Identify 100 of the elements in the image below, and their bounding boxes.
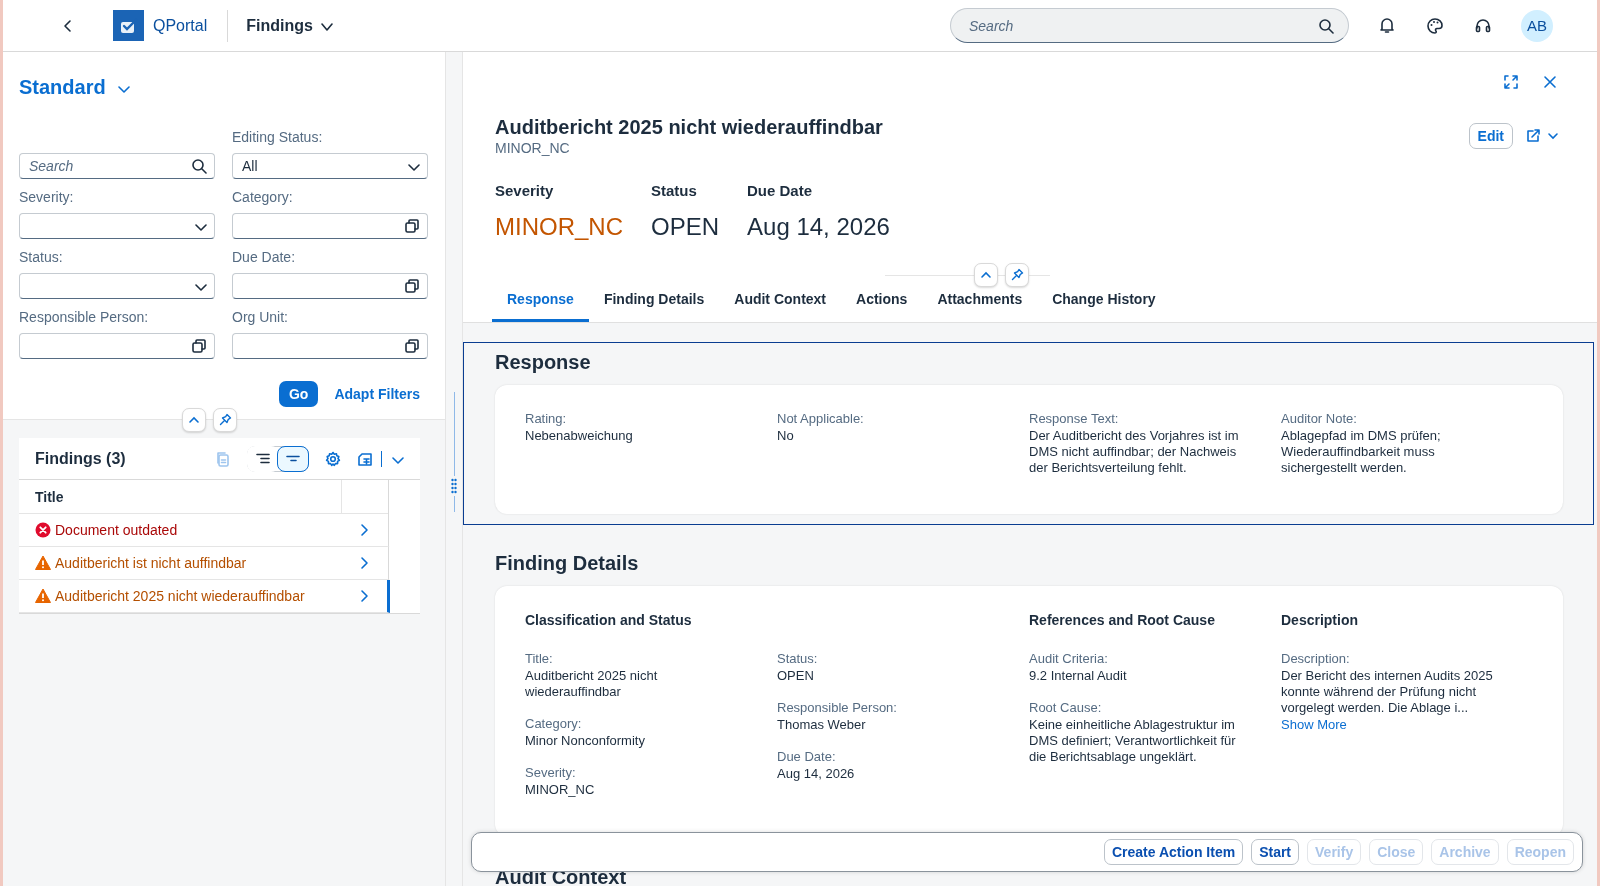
- filter-label: Severity:: [19, 189, 75, 207]
- section-tab[interactable]: Actions: [841, 283, 923, 322]
- field-value: Aug 14, 2026: [777, 766, 856, 782]
- section-title: Response: [495, 351, 592, 374]
- group-title: Description: [1281, 612, 1359, 629]
- section-title: Finding Details: [495, 552, 640, 575]
- search-field[interactable]: Search: [19, 153, 215, 179]
- field-label: Status:: [777, 651, 819, 666]
- field-value: Nebenabweichung: [525, 428, 634, 444]
- field-label: Audit Criteria:: [1029, 651, 1109, 666]
- search-field[interactable]: Search: [950, 8, 1349, 43]
- field-value: MINOR_NC: [525, 782, 596, 798]
- lines-icon: [256, 453, 270, 464]
- field-label: Title:: [525, 651, 554, 666]
- filter-label: Responsible Person:: [19, 309, 150, 327]
- edit-button[interactable]: Edit: [1468, 123, 1513, 149]
- attribute-value: OPEN: [651, 213, 720, 241]
- select-field[interactable]: [19, 273, 215, 299]
- search-input[interactable]: Search: [967, 9, 1318, 42]
- table-export-icon[interactable]: [357, 450, 373, 467]
- attribute-value: MINOR_NC: [495, 213, 623, 241]
- variant-selector[interactable]: Standard: [19, 76, 130, 99]
- row-title: Auditbericht 2025 nicht wiederauffindbar: [55, 588, 305, 604]
- section-tab[interactable]: Response: [492, 283, 589, 322]
- list-row[interactable]: Document outdated: [19, 514, 390, 547]
- field-label: Category:: [525, 716, 583, 731]
- field-value: 9.2 Internal Audit: [1029, 668, 1128, 684]
- field-value: Der Auditbericht des Vorjahres ist im DMS nicht auffindbar; der Nachweis der Berichtsverteilung fehlt.: [1029, 428, 1240, 476]
- grip-icon[interactable]: [451, 476, 457, 496]
- value-help-icon[interactable]: [404, 338, 420, 354]
- filter-label: Editing Status:: [232, 129, 324, 147]
- field-label: Rating:: [525, 411, 568, 426]
- field-value: OPEN: [777, 668, 815, 684]
- object-title: Auditbericht 2025 nicht wiederauffindbar: [495, 116, 883, 139]
- field-label: Severity:: [525, 765, 577, 780]
- filter-label: Status:: [19, 249, 64, 267]
- error-icon: [35, 522, 51, 538]
- close-icon[interactable]: [1543, 75, 1557, 89]
- show-more-link[interactable]: Show More: [1281, 717, 1347, 732]
- headset-icon[interactable]: [1474, 16, 1492, 35]
- filter-label: Category:: [232, 189, 294, 207]
- pin-header-button[interactable]: [1004, 263, 1029, 287]
- object-subtitle: MINOR_NC: [495, 140, 571, 156]
- compact-view-button[interactable]: [277, 445, 309, 472]
- group-title: References and Root Cause: [1029, 612, 1216, 629]
- collapse-header-button[interactable]: [973, 263, 998, 287]
- field-label: Responsible Person:: [777, 700, 898, 715]
- search-icon[interactable]: [1318, 17, 1334, 34]
- field-value: Minor Nonconformity: [525, 733, 646, 749]
- attribute-label: Status: [651, 182, 698, 199]
- field-input[interactable]: All: [242, 154, 406, 178]
- search-input[interactable]: Search: [29, 154, 191, 178]
- value-help-field[interactable]: [232, 213, 428, 239]
- adapt-filters-button[interactable]: Adapt Filters: [334, 386, 420, 402]
- attribute-label: Due Date: [747, 182, 814, 199]
- footer-button[interactable]: Start: [1251, 839, 1300, 865]
- warning-icon: [35, 555, 51, 571]
- section-tab[interactable]: Attachments: [922, 283, 1038, 322]
- field-label: Due Date:: [777, 749, 837, 764]
- warning-icon: [35, 588, 51, 604]
- row-title: Auditbericht ist nicht auffindbar: [55, 555, 247, 571]
- select-field[interactable]: All: [232, 153, 428, 179]
- section-tab[interactable]: Finding Details: [588, 283, 720, 322]
- list-row[interactable]: Auditbericht 2025 nicht wiederauffindbar: [19, 580, 390, 613]
- column-header: Title: [34, 488, 65, 505]
- attribute-value: Aug 14, 2026: [747, 213, 890, 241]
- list-row[interactable]: Auditbericht ist nicht auffindbar: [19, 547, 390, 580]
- search-icon[interactable]: [191, 158, 207, 174]
- share-icon: [1525, 128, 1541, 144]
- footer-button[interactable]: Create Action Item: [1103, 839, 1244, 865]
- app-name[interactable]: QPortal: [153, 9, 229, 42]
- section-tab[interactable]: Audit Context: [719, 283, 842, 322]
- value-help-field[interactable]: [232, 333, 428, 359]
- value-help-icon[interactable]: [404, 218, 420, 234]
- collapse-button[interactable]: [181, 408, 206, 432]
- page-title-menu[interactable]: Findings: [244, 16, 335, 35]
- filter-label: Org Unit:: [232, 309, 289, 327]
- field-value: Der Bericht des internen Audits 2025 konnte während der Prüfung nicht vorgelegt werden. Die Ablage i...: [1281, 668, 1494, 716]
- chevron-down-icon: [1547, 130, 1559, 142]
- value-help-icon[interactable]: [191, 338, 207, 354]
- chevron-up-icon: [979, 269, 992, 281]
- go-button[interactable]: Go: [278, 381, 319, 407]
- select-field[interactable]: [19, 213, 215, 239]
- attribute-label: Severity: [495, 182, 555, 199]
- field-value: Auditbericht 2025 nicht wiederauffindbar: [525, 668, 659, 700]
- value-help-field[interactable]: [19, 333, 215, 359]
- user-avatar[interactable]: AB: [1521, 9, 1553, 42]
- pin-button[interactable]: [212, 408, 237, 432]
- settings-icon[interactable]: [325, 450, 341, 467]
- palette-icon[interactable]: [1426, 16, 1444, 35]
- value-help-field[interactable]: [232, 273, 428, 299]
- filter-label: Due Date:: [232, 249, 297, 267]
- value-help-icon[interactable]: [404, 278, 420, 294]
- fullscreen-icon[interactable]: [1503, 74, 1519, 90]
- chevron-up-icon: [187, 414, 200, 426]
- field-value: Thomas Weber: [777, 717, 867, 733]
- row-title: Document outdated: [55, 522, 178, 538]
- bell-icon[interactable]: [1378, 16, 1396, 35]
- group-title: Classification and Status: [525, 612, 693, 629]
- section-tab[interactable]: Change History: [1037, 283, 1171, 322]
